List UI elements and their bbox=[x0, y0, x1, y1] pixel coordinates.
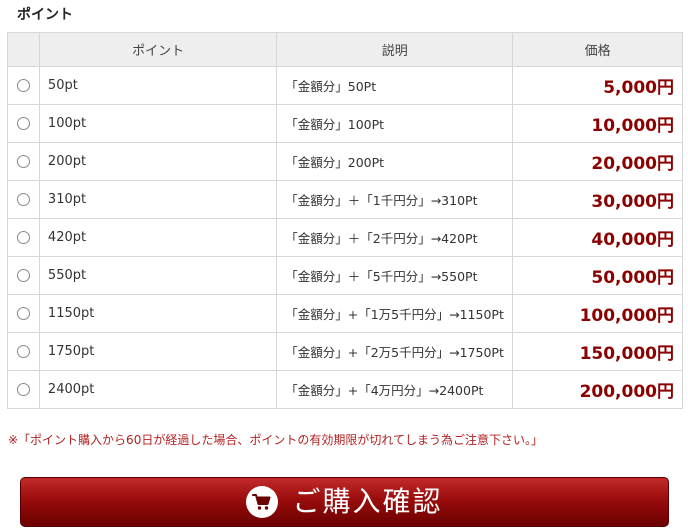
point-cell: 550pt bbox=[38, 256, 278, 295]
point-radio-310[interactable] bbox=[16, 193, 30, 206]
point-radio-1750[interactable] bbox=[16, 345, 30, 358]
table-row[interactable]: 2400pt 「金額分」+「4万円分」→2400Pt 200,000円 bbox=[7, 370, 683, 409]
description-cell: 「金額分」50Pt bbox=[276, 66, 514, 105]
price-cell: 40,000円 bbox=[512, 218, 683, 257]
table-row[interactable]: 50pt 「金額分」50Pt 5,000円 bbox=[7, 66, 683, 105]
point-cell: 1150pt bbox=[38, 294, 278, 333]
description-cell: 「金額分」＋「1千円分」→310Pt bbox=[276, 180, 514, 219]
header-select bbox=[7, 32, 40, 67]
description-cell: 「金額分」+「2万5千円分」→1750Pt bbox=[276, 332, 514, 371]
point-cell: 100pt bbox=[38, 104, 278, 143]
cart-icon bbox=[246, 486, 279, 518]
description-cell: 「金額分」+「4万円分」→2400Pt bbox=[276, 370, 514, 409]
point-radio-100[interactable] bbox=[16, 117, 30, 130]
table-row[interactable]: 420pt 「金額分」＋「2千円分」→420Pt 40,000円 bbox=[7, 218, 683, 257]
price-cell: 30,000円 bbox=[512, 180, 683, 219]
point-radio-550[interactable] bbox=[16, 269, 30, 282]
radio-cell bbox=[7, 218, 40, 257]
price-cell: 100,000円 bbox=[512, 294, 683, 333]
radio-cell bbox=[7, 180, 40, 219]
price-cell: 200,000円 bbox=[512, 370, 683, 409]
point-cell: 310pt bbox=[38, 180, 278, 219]
point-cell: 420pt bbox=[38, 218, 278, 257]
table-row[interactable]: 310pt 「金額分」＋「1千円分」→310Pt 30,000円 bbox=[7, 180, 683, 219]
table-row[interactable]: 550pt 「金額分」＋「5千円分」→550Pt 50,000円 bbox=[7, 256, 683, 295]
price-cell: 150,000円 bbox=[512, 332, 683, 371]
description-cell: 「金額分」＋「5千円分」→550Pt bbox=[276, 256, 514, 295]
header-point: ポイント bbox=[38, 32, 278, 67]
section-title: ポイント bbox=[17, 7, 73, 23]
point-radio-1150[interactable] bbox=[16, 307, 30, 320]
table-row[interactable]: 1750pt 「金額分」+「2万5千円分」→1750Pt 150,000円 bbox=[7, 332, 683, 371]
header-description: 説明 bbox=[276, 32, 514, 67]
description-cell: 「金額分」+「1万5千円分」→1150Pt bbox=[276, 294, 514, 333]
table-row[interactable]: 200pt 「金額分」200Pt 20,000円 bbox=[7, 142, 683, 181]
description-cell: 「金額分」＋「2千円分」→420Pt bbox=[276, 218, 514, 257]
purchase-confirm-label: ご購入確認 bbox=[292, 485, 443, 518]
point-radio-50[interactable] bbox=[16, 79, 30, 92]
points-table: ポイント 説明 価格 50pt 「金額分」50Pt 5,000円 100pt 「… bbox=[7, 32, 683, 409]
radio-cell bbox=[7, 332, 40, 371]
description-cell: 「金額分」100Pt bbox=[276, 104, 514, 143]
radio-cell bbox=[7, 66, 40, 105]
price-cell: 5,000円 bbox=[512, 66, 683, 105]
radio-cell bbox=[7, 370, 40, 409]
header-price: 価格 bbox=[512, 32, 683, 67]
radio-cell bbox=[7, 294, 40, 333]
point-cell: 200pt bbox=[38, 142, 278, 181]
price-cell: 50,000円 bbox=[512, 256, 683, 295]
price-cell: 20,000円 bbox=[512, 142, 683, 181]
table-row[interactable]: 100pt 「金額分」100Pt 10,000円 bbox=[7, 104, 683, 143]
price-cell: 10,000円 bbox=[512, 104, 683, 143]
purchase-confirm-button[interactable]: ご購入確認 bbox=[20, 477, 669, 527]
radio-cell bbox=[7, 256, 40, 295]
point-cell: 1750pt bbox=[38, 332, 278, 371]
point-cell: 50pt bbox=[38, 66, 278, 105]
point-radio-200[interactable] bbox=[16, 155, 30, 168]
point-radio-420[interactable] bbox=[16, 231, 30, 244]
description-cell: 「金額分」200Pt bbox=[276, 142, 514, 181]
point-cell: 2400pt bbox=[38, 370, 278, 409]
radio-cell bbox=[7, 142, 40, 181]
table-header-row: ポイント 説明 価格 bbox=[7, 32, 683, 67]
radio-cell bbox=[7, 104, 40, 143]
table-row[interactable]: 1150pt 「金額分」+「1万5千円分」→1150Pt 100,000円 bbox=[7, 294, 683, 333]
expiry-notice: ※「ポイント購入から60日が経過した場合、ポイントの有効期限が切れてしまう為ご注… bbox=[8, 433, 543, 447]
point-radio-2400[interactable] bbox=[16, 383, 30, 396]
